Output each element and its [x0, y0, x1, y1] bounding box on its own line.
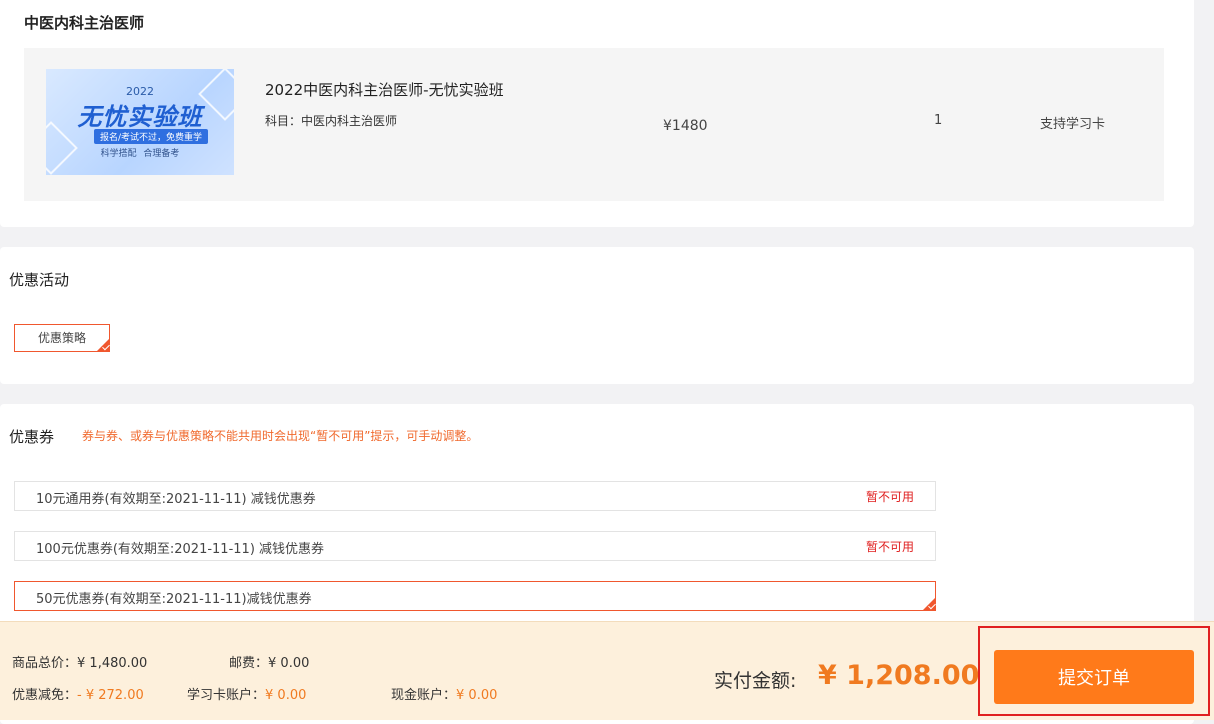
coupon-option[interactable]: 10元通用券(有效期至:2021-11-11) 减钱优惠券 暂不可用 — [14, 481, 936, 511]
promotion-panel: 优惠活动 优惠策略 — [0, 247, 1194, 384]
cash-account: 现金账户：¥ 0.00 — [391, 684, 497, 703]
thumb-subtitle: 科学搭配 合理备考 — [100, 149, 180, 159]
goods-total-label: 商品总价： — [12, 656, 78, 671]
thumb-tag: 报名/考试不过，免费重学 — [94, 129, 209, 144]
promotion-strategy-label: 优惠策略 — [37, 331, 86, 345]
submit-highlight: 提交订单 — [978, 626, 1210, 716]
pay-value: ¥ 1,208.00 — [818, 660, 980, 691]
course-row: 2022 无忧实验班 报名/考试不过，免费重学 科学搭配 合理备考 2022中医… — [24, 48, 1164, 201]
check-icon — [96, 338, 110, 352]
discount: 优惠减免：- ¥ 272.00 — [12, 684, 144, 703]
coupon-text: 50元优惠券(有效期至:2021-11-11)减钱优惠券 — [36, 592, 312, 607]
coupon-option[interactable]: 100元优惠券(有效期至:2021-11-11) 减钱优惠券 暂不可用 — [14, 531, 936, 561]
coupon-status: 暂不可用 — [865, 490, 914, 504]
discount-label: 优惠减免： — [12, 688, 78, 703]
coupon-text: 10元通用券(有效期至:2021-11-11) 减钱优惠券 — [36, 492, 316, 507]
cash-account-label: 现金账户： — [391, 688, 457, 703]
promotion-title: 优惠活动 — [9, 271, 70, 289]
course-quantity: 1 — [934, 113, 943, 128]
course-thumbnail: 2022 无忧实验班 报名/考试不过，免费重学 科学搭配 合理备考 — [46, 69, 234, 175]
goods-total-value: ¥ 1,480.00 — [77, 656, 148, 671]
pay-label: 实付金额: — [714, 670, 797, 692]
check-icon — [922, 597, 936, 611]
course-name: 2022中医内科主治医师-无忧实验班 — [265, 81, 504, 99]
postage-label: 邮费： — [229, 656, 269, 671]
discount-value: - ¥ 272.00 — [77, 688, 144, 703]
postage-value: ¥ 0.00 — [268, 656, 310, 671]
category-title: 中医内科主治医师 — [24, 14, 145, 32]
cash-account-value: ¥ 0.00 — [456, 688, 498, 703]
coupon-status: 暂不可用 — [865, 540, 914, 554]
card-account: 学习卡账户：¥ 0.00 — [187, 684, 306, 703]
postage: 邮费：¥ 0.00 — [229, 652, 309, 671]
submit-order-button[interactable]: 提交订单 — [994, 650, 1194, 704]
coupon-option-selected[interactable]: 50元优惠券(有效期至:2021-11-11)减钱优惠券 — [14, 581, 936, 611]
coupon-title: 优惠券 — [9, 428, 55, 446]
card-account-value: ¥ 0.00 — [265, 688, 307, 703]
course-price: ¥1480 — [663, 118, 708, 134]
card-support-label: 支持学习卡 — [1040, 117, 1106, 132]
card-account-label: 学习卡账户： — [187, 688, 266, 703]
thumb-title: 无忧实验班 — [77, 103, 203, 131]
promotion-strategy-option[interactable]: 优惠策略 — [14, 324, 110, 352]
course-subject: 科目：中医内科主治医师 — [265, 114, 398, 128]
order-summary-bar: 商品总价：¥ 1,480.00 邮费：¥ 0.00 优惠减免：- ¥ 272.0… — [0, 621, 1214, 720]
goods-total: 商品总价：¥ 1,480.00 — [12, 652, 147, 671]
coupon-text: 100元优惠券(有效期至:2021-11-11) 减钱优惠券 — [36, 542, 325, 557]
coupon-hint: 券与券、或券与优惠策略不能共用时会出现“暂不可用”提示，可手动调整。 — [82, 429, 479, 443]
order-panel: 中医内科主治医师 2022 无忧实验班 报名/考试不过，免费重学 科学搭配 合理… — [0, 0, 1194, 227]
